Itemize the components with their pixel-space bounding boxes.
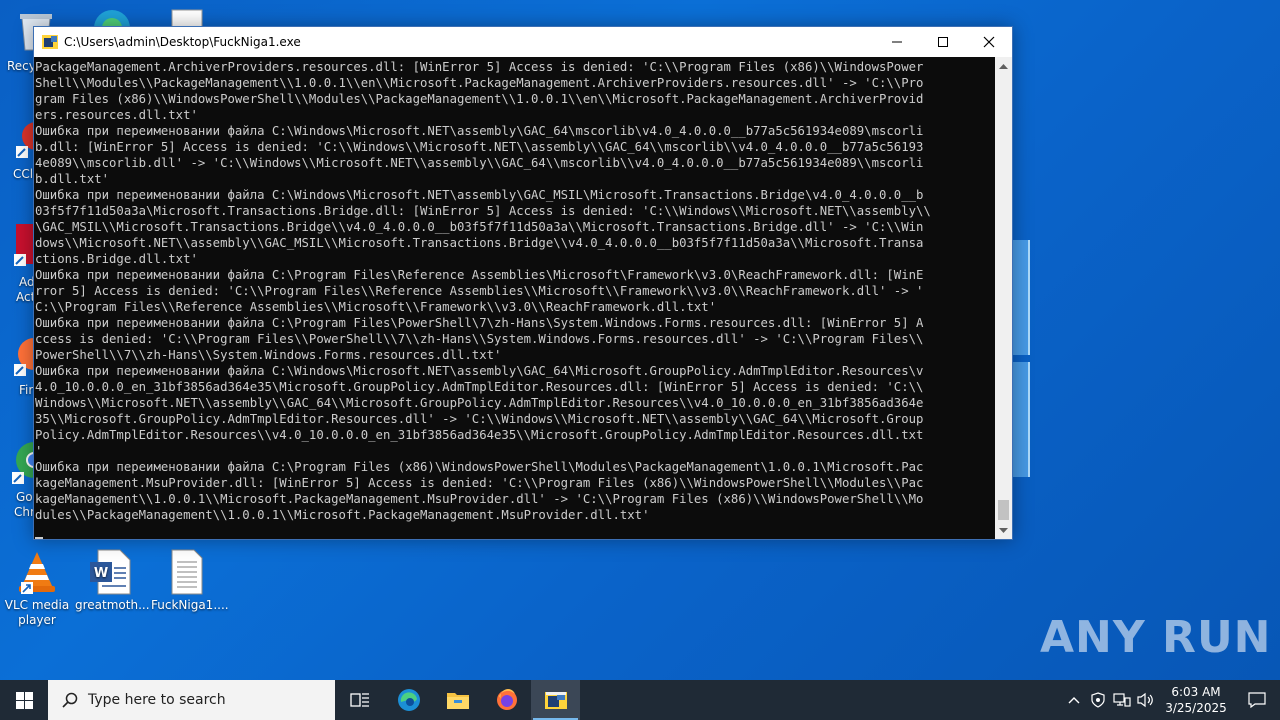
console-line: ' <box>35 444 43 458</box>
folder-icon <box>446 693 469 709</box>
minimize-icon <box>892 41 902 43</box>
console-line: kageManagement.MsuProvider.dll: [WinErro… <box>35 476 924 490</box>
console-line <box>35 523 995 539</box>
scroll-thumb[interactable] <box>998 500 1009 520</box>
console-line: Windows\\Microsoft.NET\\assembly\\GAC_64… <box>35 396 924 410</box>
console-app-icon <box>42 34 58 50</box>
svg-text:W: W <box>94 566 108 581</box>
desktop-icon-label: VLC media player <box>4 598 70 627</box>
notification-icon <box>1248 692 1266 708</box>
task-view-icon <box>349 693 369 707</box>
search-icon <box>62 692 78 708</box>
speaker-icon <box>1137 692 1153 708</box>
task-view-button[interactable] <box>335 680 384 720</box>
console-line: Ошибка при переименовании файла C:\Progr… <box>35 268 924 282</box>
chevron-up-icon <box>999 63 1008 69</box>
taskbar-file-explorer-button[interactable] <box>433 680 482 720</box>
taskbar: Type here to search 6:03 AM 3/25/2025 <box>0 680 1280 720</box>
taskbar-console-app-button[interactable] <box>531 680 580 720</box>
console-line: Ошибка при переименовании файла C:\Progr… <box>35 316 924 330</box>
edge-label: Recy <box>7 59 36 73</box>
console-line: Policy.AdmTmplEditor.Resources\\v4.0_10.… <box>35 428 924 442</box>
notifications-button[interactable] <box>1234 680 1280 720</box>
word-document-icon: W <box>86 548 134 596</box>
volume-tray-button[interactable] <box>1134 680 1158 720</box>
vertical-scrollbar[interactable] <box>995 57 1012 539</box>
console-line: \GAC_MSIL\\Microsoft.Transactions.Bridge… <box>35 220 924 234</box>
shortcut-arrow-icon <box>21 582 33 594</box>
firefox-icon <box>496 689 517 710</box>
console-line: Ошибка при переименовании файла C:\Windo… <box>35 124 924 138</box>
console-line: b.dll.txt' <box>35 172 110 186</box>
start-button[interactable] <box>0 680 48 720</box>
console-line: b.dll: [WinError 5] Access is denied: 'C… <box>35 140 924 154</box>
taskbar-edge-button[interactable] <box>384 680 433 720</box>
taskbar-clock[interactable]: 6:03 AM 3/25/2025 <box>1158 684 1234 716</box>
edge-icon <box>397 689 420 711</box>
console-line: Ошибка при переименовании файла C:\Windo… <box>35 188 924 202</box>
network-tray-button[interactable] <box>1110 680 1134 720</box>
console-line: 4.0_10.0.0.0_en_31bf3856ad364e35\Microso… <box>35 380 924 394</box>
file-desktop-icon[interactable] <box>170 8 204 28</box>
taskbar-search-box[interactable]: Type here to search <box>48 680 335 720</box>
maximize-icon <box>938 37 948 47</box>
console-line: PackageManagement.ArchiverProviders.reso… <box>35 60 924 74</box>
console-output[interactable]: PackageManagement.ArchiverProviders.reso… <box>34 57 995 539</box>
shield-icon <box>1091 692 1105 708</box>
console-line: 03f5f7f11d50a3a\Microsoft.Transactions.B… <box>35 204 931 218</box>
window-controls <box>874 27 1012 57</box>
python-app-icon <box>544 692 567 709</box>
scroll-down-button[interactable] <box>995 522 1012 539</box>
vlc-icon <box>13 548 61 596</box>
console-line: dows\\Microsoft.NET\\assembly\\GAC_MSIL\… <box>35 236 924 250</box>
taskbar-firefox-button[interactable] <box>482 680 531 720</box>
show-hidden-icons-button[interactable] <box>1062 680 1086 720</box>
console-line: Ошибка при переименовании файла C:\Windo… <box>35 364 924 378</box>
close-button[interactable] <box>966 27 1012 57</box>
console-line: PowerShell\\7\\zh-Hans\\System.Windows.F… <box>35 348 502 362</box>
console-line: Shell\\Modules\\PackageManagement\\1.0.0… <box>35 76 924 90</box>
window-title: C:\Users\admin\Desktop\FuckNiga1.exe <box>64 35 301 49</box>
console-line: Ошибка при переименовании файла C:\Progr… <box>35 460 924 474</box>
maximize-button[interactable] <box>920 27 966 57</box>
console-line: dules\\PackageManagement\\1.0.0.1\\Micro… <box>35 508 650 522</box>
console-line: kageManagement\\1.0.0.1\\Microsoft.Packa… <box>35 492 924 506</box>
console-line: 4e089\\mscorlib.dll' -> 'C:\\Windows\\Mi… <box>35 156 924 170</box>
console-cursor <box>35 537 43 539</box>
console-line: C:\\Program Files\\Reference Assemblies\… <box>35 300 717 314</box>
network-icon <box>1113 693 1131 707</box>
windows-logo-icon <box>15 691 33 709</box>
console-line: rror 5] Access is denied: 'C:\\Program F… <box>35 284 924 298</box>
desktop-icon-word-doc[interactable]: W greatmoth... <box>75 548 150 613</box>
edge-label: Chr <box>14 505 35 519</box>
clock-date: 3/25/2025 <box>1165 701 1227 715</box>
minimize-button[interactable] <box>874 27 920 57</box>
console-window[interactable]: C:\Users\admin\Desktop\FuckNiga1.exe Pac… <box>33 26 1013 540</box>
console-line: 35\\Microsoft.GroupPolicy.AdmTmplEditor.… <box>35 412 924 426</box>
chevron-down-icon <box>999 527 1008 533</box>
desktop-icon-vlc[interactable]: VLC media player <box>2 548 72 628</box>
console-line: gram Files (x86)\\WindowsPowerShell\\Mod… <box>35 92 924 106</box>
search-placeholder: Type here to search <box>88 692 226 708</box>
console-line: ctions.Bridge.dll.txt' <box>35 252 198 266</box>
console-line: ccess is denied: 'C:\\Program Files\\Pow… <box>35 332 924 346</box>
clock-time: 6:03 AM <box>1171 685 1221 699</box>
edge-label: Fir <box>19 383 34 397</box>
desktop-icon-label: greatmoth... <box>75 598 150 612</box>
close-icon <box>983 36 995 48</box>
system-tray: 6:03 AM 3/25/2025 <box>1062 680 1280 720</box>
desktop-icon-label: FuckNiga1.... <box>151 598 229 612</box>
desktop-icon-text-file[interactable]: FuckNiga1.... <box>151 548 229 613</box>
window-titlebar[interactable]: C:\Users\admin\Desktop\FuckNiga1.exe <box>34 27 1012 57</box>
chevron-up-icon <box>1068 697 1080 704</box>
defender-tray-button[interactable] <box>1086 680 1110 720</box>
console-line: ers.resources.dll.txt' <box>35 108 198 122</box>
edge-browser-desktop-icon[interactable] <box>88 6 136 28</box>
edge-label: Go <box>16 490 33 504</box>
text-file-icon <box>162 548 210 596</box>
edge-label: CCl <box>13 167 34 181</box>
anyrun-watermark: ANY RUN <box>1040 612 1272 663</box>
scroll-up-button[interactable] <box>995 57 1012 74</box>
